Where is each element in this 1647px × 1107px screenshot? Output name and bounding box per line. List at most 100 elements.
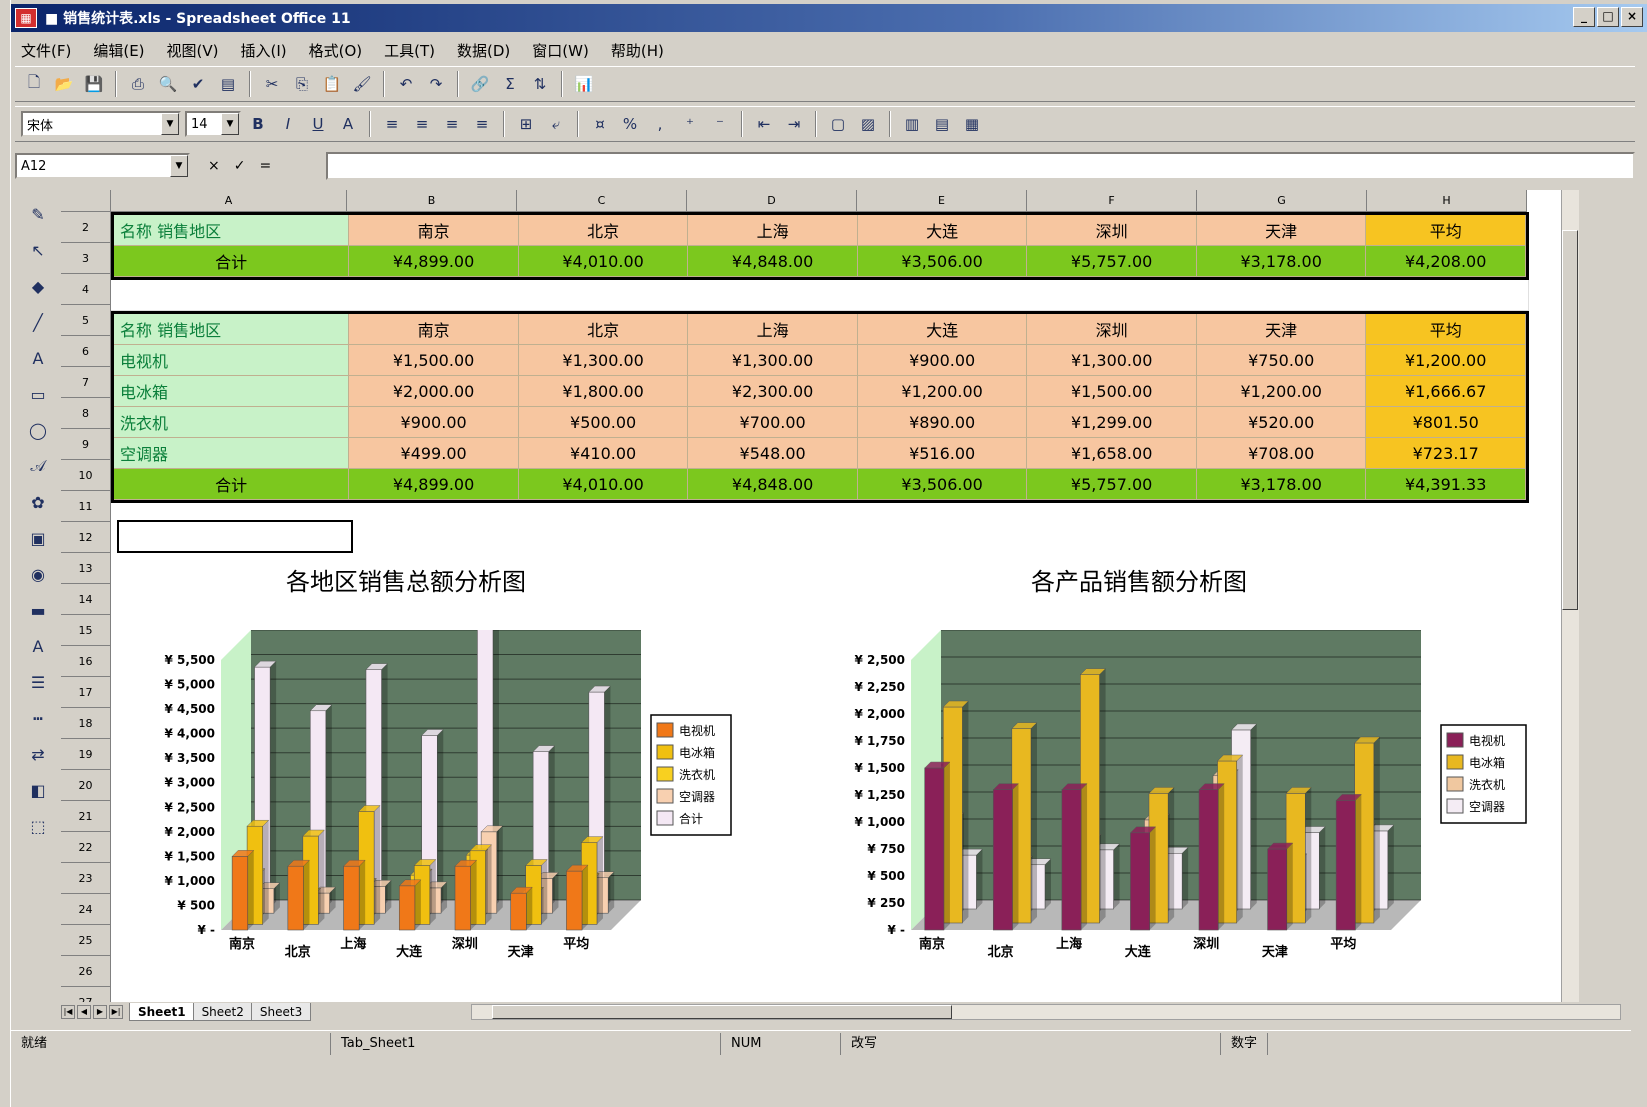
new-icon[interactable]: 🗋 xyxy=(21,71,47,97)
align-left-icon[interactable]: ≡ xyxy=(379,111,405,137)
decrease-decimal-icon[interactable]: ⁻ xyxy=(707,111,733,137)
row-header[interactable]: 2 xyxy=(61,212,111,243)
data-cell[interactable]: 电冰箱 xyxy=(114,376,350,407)
borders-icon[interactable]: ▢ xyxy=(825,111,851,137)
column-header[interactable]: B xyxy=(347,190,517,212)
chevron-down-icon[interactable]: ▼ xyxy=(161,113,179,135)
chart-2[interactable]: ¥ 2,500 ¥ 2,250 ¥ 2,000 ¥ 1,750 ¥ 1,500 ¥ 1,2… xyxy=(841,630,1541,990)
rectangle-icon[interactable]: ▭ xyxy=(24,380,52,408)
header-cell[interactable]: 深圳 xyxy=(1027,215,1197,246)
row-header[interactable]: 26 xyxy=(61,956,111,987)
redo-icon[interactable]: ↷ xyxy=(423,71,449,97)
row-header[interactable]: 7 xyxy=(61,367,111,398)
wordart-icon[interactable]: 𝒜 xyxy=(24,452,52,480)
header-cell[interactable]: 大连 xyxy=(857,215,1028,246)
active-cell[interactable] xyxy=(117,520,353,553)
tab-sheet1[interactable]: Sheet1 xyxy=(129,1003,195,1021)
line-icon[interactable]: ╱ xyxy=(24,308,52,336)
draw-icon[interactable]: ✎ xyxy=(24,200,52,228)
data-cell[interactable]: ¥890.00 xyxy=(857,407,1028,438)
increase-indent-icon[interactable]: ⇥ xyxy=(781,111,807,137)
data-cell[interactable]: ¥723.17 xyxy=(1366,438,1526,469)
name-box[interactable]: A12 ▼ xyxy=(15,153,190,179)
select-all-corner[interactable] xyxy=(61,190,111,212)
textbox-icon[interactable]: A xyxy=(24,344,52,372)
row-header[interactable]: 17 xyxy=(61,677,111,708)
tab-sheet2[interactable]: Sheet2 xyxy=(192,1003,253,1021)
chart-1[interactable]: ¥ 5,500 ¥ 5,000 ¥ 4,500 ¥ 4,000 ¥ 3,500 ¥ 3,0… xyxy=(151,630,791,990)
data-cell[interactable]: ¥520.00 xyxy=(1196,407,1367,438)
select-objects-icon[interactable]: ↖ xyxy=(24,236,52,264)
align-center-icon[interactable]: ≡ xyxy=(409,111,435,137)
menu-tools[interactable]: 工具(T) xyxy=(384,40,435,61)
data-cell[interactable]: ¥1,300.00 xyxy=(1027,345,1197,376)
data-cell[interactable]: ¥2,000.00 xyxy=(349,376,519,407)
merge-cells-icon[interactable]: ⊞ xyxy=(513,111,539,137)
menu-window[interactable]: 窗口(W) xyxy=(532,40,589,61)
vertical-scrollbar[interactable] xyxy=(1561,190,1579,1002)
header-cell[interactable]: 北京 xyxy=(518,215,689,246)
column-header[interactable]: D xyxy=(687,190,857,212)
data-cell[interactable]: ¥900.00 xyxy=(349,407,519,438)
header-cell[interactable]: 南京 xyxy=(349,215,519,246)
data-cell[interactable]: 洗衣机 xyxy=(114,407,350,438)
total-cell[interactable]: ¥4,208.00 xyxy=(1366,246,1526,277)
row-header[interactable]: 14 xyxy=(61,584,111,615)
empty-cell[interactable] xyxy=(111,280,1529,311)
data-cell[interactable]: ¥516.00 xyxy=(857,438,1028,469)
menu-help[interactable]: 帮助(H) xyxy=(611,40,664,61)
header-cell[interactable]: 南京 xyxy=(349,314,519,345)
data-cell[interactable]: ¥410.00 xyxy=(518,438,689,469)
total-cell[interactable]: ¥3,178.00 xyxy=(1196,246,1367,277)
total-cell[interactable]: ¥4,391.33 xyxy=(1366,469,1526,500)
row-header[interactable]: 12 xyxy=(61,522,111,553)
bar[interactable] xyxy=(1130,832,1150,931)
header-cell[interactable]: 平均 xyxy=(1366,314,1526,345)
bold-icon[interactable]: B xyxy=(245,111,271,137)
bar[interactable] xyxy=(343,865,360,931)
chevron-down-icon[interactable]: ▼ xyxy=(221,113,239,135)
row-header[interactable]: 16 xyxy=(61,646,111,677)
row-header[interactable]: 13 xyxy=(61,553,111,584)
column-header[interactable]: H xyxy=(1367,190,1527,212)
menu-view[interactable]: 视图(V) xyxy=(167,40,219,61)
menu-file[interactable]: 文件(F) xyxy=(21,40,71,61)
bar[interactable] xyxy=(1335,800,1356,931)
open-icon[interactable]: 📂 xyxy=(51,71,77,97)
worksheet-grid[interactable]: A B C D E F G H 2 3 4 5 6 7 8 9 10 11 12 13 14 15 16 17… xyxy=(61,190,1561,1002)
vertical-scroll-thumb[interactable] xyxy=(1562,230,1578,610)
font-size-select[interactable]: 14 ▼ xyxy=(185,111,241,137)
row-header[interactable]: 10 xyxy=(61,460,111,491)
prev-sheet-icon[interactable]: ◀ xyxy=(77,1005,91,1019)
row-header[interactable]: 19 xyxy=(61,739,111,770)
save-icon[interactable]: 💾 xyxy=(81,71,107,97)
shadow-icon[interactable]: ◧ xyxy=(24,776,52,804)
header-cell[interactable]: 平均 xyxy=(1366,215,1526,246)
row-header[interactable]: 3 xyxy=(61,243,111,274)
data-cell[interactable]: ¥2,300.00 xyxy=(688,376,858,407)
data-cell[interactable]: 电视机 xyxy=(114,345,350,376)
justify-icon[interactable]: ≡ xyxy=(469,111,495,137)
data-cell[interactable]: ¥1,299.00 xyxy=(1027,407,1197,438)
line-style-icon[interactable]: ☰ xyxy=(24,668,52,696)
clipart-icon[interactable]: ✿ xyxy=(24,488,52,516)
total-cell[interactable]: ¥3,506.00 xyxy=(857,469,1028,500)
maximize-button[interactable]: □ xyxy=(1597,7,1619,27)
next-sheet-icon[interactable]: ▶ xyxy=(93,1005,107,1019)
column-header[interactable]: F xyxy=(1027,190,1197,212)
decrease-indent-icon[interactable]: ⇤ xyxy=(751,111,777,137)
total-cell[interactable]: ¥3,178.00 xyxy=(1196,469,1367,500)
cut-icon[interactable]: ✂ xyxy=(259,71,285,97)
freeze-panes-icon[interactable]: ▥ xyxy=(899,111,925,137)
data-cell[interactable]: ¥1,800.00 xyxy=(518,376,689,407)
cancel-icon[interactable]: × xyxy=(208,158,220,174)
header-cell[interactable]: 上海 xyxy=(688,215,858,246)
total-cell[interactable]: ¥4,848.00 xyxy=(688,469,858,500)
font-color-icon[interactable]: A xyxy=(335,111,361,137)
font-name-select[interactable]: 宋体 ▼ xyxy=(21,111,181,137)
comma-style-icon[interactable]: , xyxy=(647,111,673,137)
header-cell[interactable]: 大连 xyxy=(857,314,1028,345)
data-cell[interactable]: ¥801.50 xyxy=(1366,407,1526,438)
menu-insert[interactable]: 插入(I) xyxy=(241,40,287,61)
percent-icon[interactable]: % xyxy=(617,111,643,137)
